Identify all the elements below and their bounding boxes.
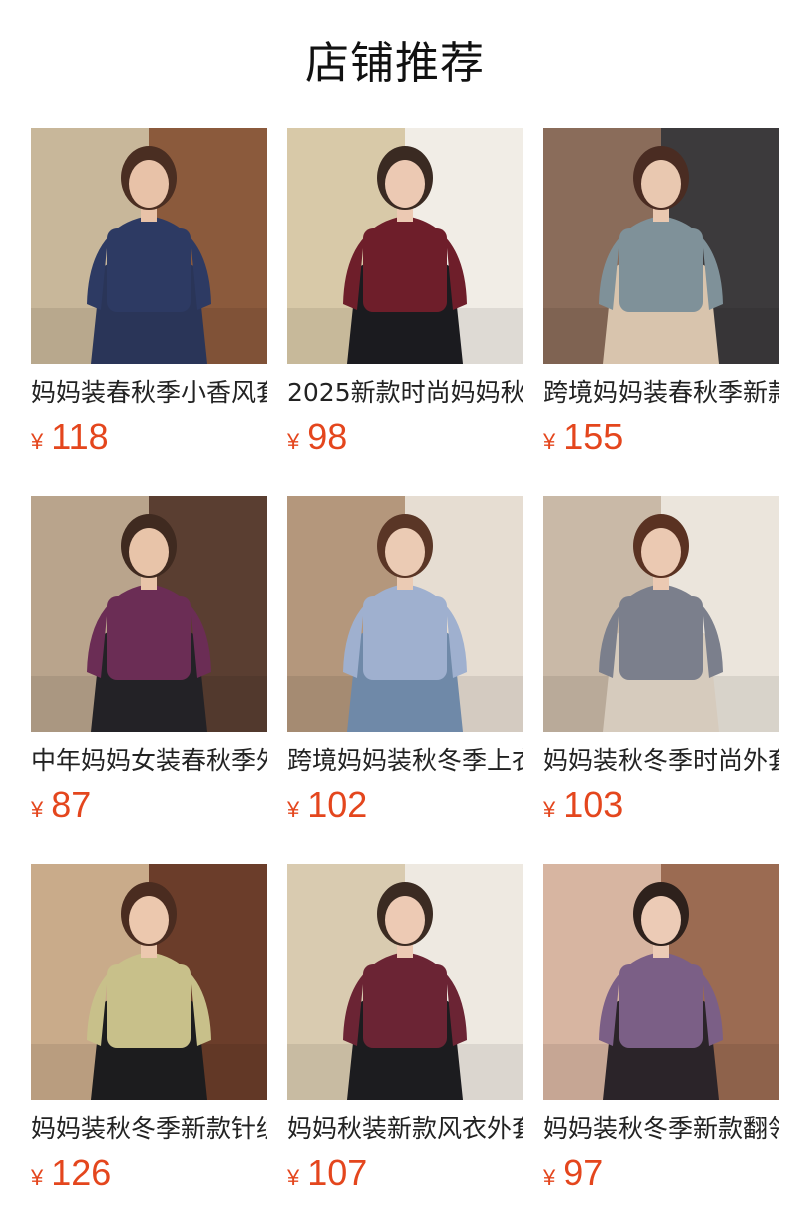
model-face bbox=[641, 528, 681, 576]
currency-symbol: ¥ bbox=[31, 1165, 44, 1190]
product-price: ¥98 bbox=[287, 416, 523, 458]
model-face bbox=[641, 896, 681, 944]
product-image[interactable] bbox=[543, 496, 779, 732]
model-torso bbox=[363, 964, 447, 1048]
model-face bbox=[129, 160, 169, 208]
product-name[interactable]: 中年妈妈女装春秋季外套 bbox=[31, 744, 267, 778]
product-name[interactable]: 跨境妈妈装春秋季新款外套 bbox=[543, 376, 779, 410]
model-torso bbox=[107, 596, 191, 680]
model-torso bbox=[619, 228, 703, 312]
model-torso bbox=[363, 596, 447, 680]
product-photo bbox=[543, 128, 779, 364]
price-amount: 118 bbox=[51, 416, 109, 457]
price-amount: 102 bbox=[307, 784, 368, 825]
model-torso bbox=[107, 964, 191, 1048]
product-price: ¥118 bbox=[31, 416, 267, 458]
product-card[interactable]: 妈妈装秋冬季新款针织开衫 ¥126 bbox=[31, 864, 267, 1194]
product-card[interactable]: 2025新款时尚妈妈秋装外套 ¥98 bbox=[287, 128, 523, 458]
currency-symbol: ¥ bbox=[543, 797, 556, 822]
product-name[interactable]: 妈妈装秋冬季新款翻领外套 bbox=[543, 1112, 779, 1146]
model-torso bbox=[363, 228, 447, 312]
product-price: ¥97 bbox=[543, 1152, 779, 1194]
model-face bbox=[385, 528, 425, 576]
product-price: ¥87 bbox=[31, 784, 267, 826]
product-image[interactable] bbox=[287, 496, 523, 732]
product-name[interactable]: 妈妈秋装新款风衣外套 bbox=[287, 1112, 523, 1146]
product-price: ¥155 bbox=[543, 416, 779, 458]
product-image[interactable] bbox=[287, 864, 523, 1100]
product-price: ¥126 bbox=[31, 1152, 267, 1194]
model-face bbox=[641, 160, 681, 208]
product-image[interactable] bbox=[31, 128, 267, 364]
currency-symbol: ¥ bbox=[543, 1165, 556, 1190]
product-card[interactable]: 妈妈装春秋季小香风套装 ¥118 bbox=[31, 128, 267, 458]
product-photo bbox=[543, 496, 779, 732]
price-amount: 98 bbox=[307, 416, 348, 457]
model-torso bbox=[619, 596, 703, 680]
section-title: 店铺推荐 bbox=[305, 38, 485, 89]
currency-symbol: ¥ bbox=[31, 429, 44, 454]
product-photo bbox=[31, 128, 267, 364]
model-torso bbox=[107, 228, 191, 312]
currency-symbol: ¥ bbox=[543, 429, 556, 454]
currency-symbol: ¥ bbox=[287, 797, 300, 822]
product-photo bbox=[31, 864, 267, 1100]
product-name[interactable]: 妈妈装秋冬季新款针织开衫 bbox=[31, 1112, 267, 1146]
product-price: ¥102 bbox=[287, 784, 523, 826]
product-photo bbox=[543, 864, 779, 1100]
price-amount: 87 bbox=[51, 784, 92, 825]
product-photo bbox=[287, 496, 523, 732]
model-face bbox=[129, 896, 169, 944]
model-torso bbox=[619, 964, 703, 1048]
product-card[interactable]: 妈妈秋装新款风衣外套 ¥107 bbox=[287, 864, 523, 1194]
product-image[interactable] bbox=[543, 864, 779, 1100]
product-card[interactable]: 跨境妈妈装秋冬季上衣 ¥102 bbox=[287, 496, 523, 826]
price-amount: 107 bbox=[307, 1152, 368, 1193]
product-card[interactable]: 妈妈装秋冬季时尚外套 ¥103 bbox=[543, 496, 779, 826]
product-image[interactable] bbox=[31, 496, 267, 732]
model-face bbox=[385, 896, 425, 944]
product-image[interactable] bbox=[543, 128, 779, 364]
product-photo bbox=[31, 496, 267, 732]
price-amount: 155 bbox=[563, 416, 624, 457]
product-card[interactable]: 妈妈装秋冬季新款翻领外套 ¥97 bbox=[543, 864, 779, 1194]
product-image[interactable] bbox=[31, 864, 267, 1100]
product-name[interactable]: 妈妈装秋冬季时尚外套 bbox=[543, 744, 779, 778]
model-face bbox=[129, 528, 169, 576]
product-card[interactable]: 中年妈妈女装春秋季外套 ¥87 bbox=[31, 496, 267, 826]
product-photo bbox=[287, 864, 523, 1100]
product-price: ¥103 bbox=[543, 784, 779, 826]
currency-symbol: ¥ bbox=[31, 797, 44, 822]
price-amount: 126 bbox=[51, 1152, 112, 1193]
price-amount: 103 bbox=[563, 784, 624, 825]
product-name[interactable]: 跨境妈妈装秋冬季上衣 bbox=[287, 744, 523, 778]
product-image[interactable] bbox=[287, 128, 523, 364]
product-name[interactable]: 妈妈装春秋季小香风套装 bbox=[31, 376, 267, 410]
product-photo bbox=[287, 128, 523, 364]
model-face bbox=[385, 160, 425, 208]
product-name[interactable]: 2025新款时尚妈妈秋装外套 bbox=[287, 376, 523, 410]
product-card[interactable]: 跨境妈妈装春秋季新款外套 ¥155 bbox=[543, 128, 779, 458]
price-amount: 97 bbox=[563, 1152, 604, 1193]
currency-symbol: ¥ bbox=[287, 1165, 300, 1190]
currency-symbol: ¥ bbox=[287, 429, 300, 454]
product-price: ¥107 bbox=[287, 1152, 523, 1194]
